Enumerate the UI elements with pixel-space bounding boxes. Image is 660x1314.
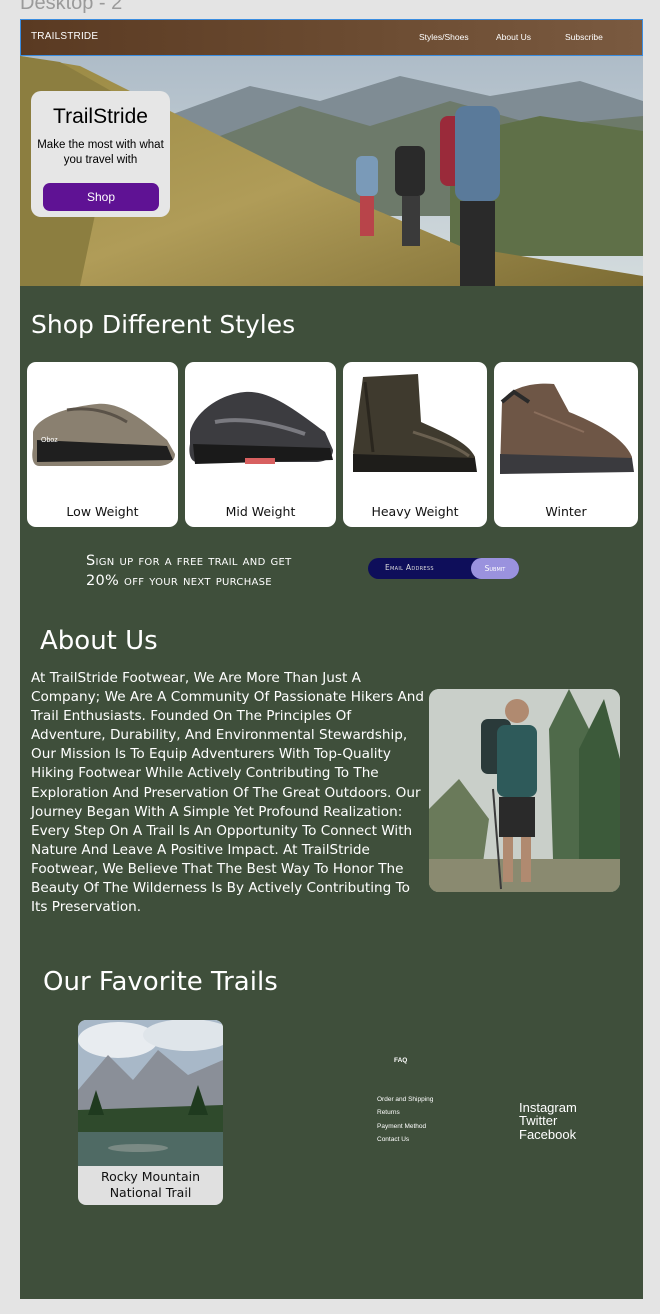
nav-bar: TRAILSTRIDE Styles/Shoes About Us Subscr… xyxy=(20,19,643,58)
faq-link-returns[interactable]: Returns xyxy=(377,1109,400,1116)
style-label-winter: Winter xyxy=(545,504,587,519)
signup-form: Email Address Submit xyxy=(368,558,519,579)
rocky-mountain-image xyxy=(78,1020,223,1166)
styles-section-title: Shop Different Styles xyxy=(31,310,296,339)
style-card-mid-weight[interactable]: Mid Weight xyxy=(185,362,336,527)
faq-link-payment[interactable]: Payment Method xyxy=(377,1123,426,1130)
hero-title: TrailStride xyxy=(53,105,148,128)
email-input[interactable]: Email Address xyxy=(385,563,434,572)
page-canvas: TRAILSTRIDE Styles/Shoes About Us Subscr… xyxy=(20,19,643,1299)
trail-name: Rocky Mountain National Trail xyxy=(78,1169,223,1201)
heavy-weight-shoe-image xyxy=(353,374,477,472)
style-label-low-weight: Low Weight xyxy=(66,504,139,519)
faq-link-order-shipping[interactable]: Order and Shipping xyxy=(377,1096,433,1103)
winter-shoe-image xyxy=(500,383,634,474)
style-label-mid-weight: Mid Weight xyxy=(225,504,296,519)
nav-link-styles[interactable]: Styles/Shoes xyxy=(419,32,469,42)
nav-link-subscribe[interactable]: Subscribe xyxy=(565,32,603,42)
faq-link-contact[interactable]: Contact Us xyxy=(377,1136,409,1143)
hero-subtitle: Make the most with what you travel with xyxy=(37,139,164,166)
hero-banner: TrailStride Make the most with what you … xyxy=(20,56,643,286)
style-label-heavy-weight: Heavy Weight xyxy=(371,504,459,519)
mid-weight-shoe-image xyxy=(189,391,333,464)
nav-link-about[interactable]: About Us xyxy=(496,32,531,42)
style-card-winter[interactable]: Winter xyxy=(494,362,638,527)
style-card-low-weight[interactable]: Oboz Low Weight xyxy=(27,362,178,527)
social-link-facebook[interactable]: Facebook xyxy=(519,1128,576,1142)
shop-button[interactable]: Shop xyxy=(43,183,159,211)
hero-card: TrailStride Make the most with what you … xyxy=(31,91,170,217)
low-weight-shoe-image: Oboz xyxy=(32,403,175,466)
submit-button[interactable]: Submit xyxy=(471,558,519,579)
trail-name-line1: Rocky Mountain xyxy=(100,1169,201,1184)
svg-text:Oboz: Oboz xyxy=(41,437,58,444)
trail-card-rocky-mountain[interactable]: Rocky Mountain National Trail xyxy=(78,1020,223,1205)
frame-label: Desktop - 2 xyxy=(20,0,123,14)
signup-text-line1: Sign up for a free trail and get xyxy=(86,553,292,569)
signup-text: Sign up for a free trail and get 20% off… xyxy=(86,551,292,591)
faq-title: FAQ xyxy=(394,1057,408,1064)
social-link-twitter[interactable]: Twitter xyxy=(519,1114,557,1128)
about-section-title: About Us xyxy=(40,626,158,656)
nav-brand[interactable]: TRAILSTRIDE xyxy=(31,31,98,42)
trail-name-line2: National Trail xyxy=(109,1185,192,1200)
trails-section-title: Our Favorite Trails xyxy=(43,967,278,997)
about-hiker-image xyxy=(429,689,620,892)
about-text: At TrailStride Footwear, We Are More Tha… xyxy=(31,670,425,916)
style-card-heavy-weight[interactable]: Heavy Weight xyxy=(343,362,487,527)
signup-text-line2: 20% off your next purchase xyxy=(86,573,272,589)
